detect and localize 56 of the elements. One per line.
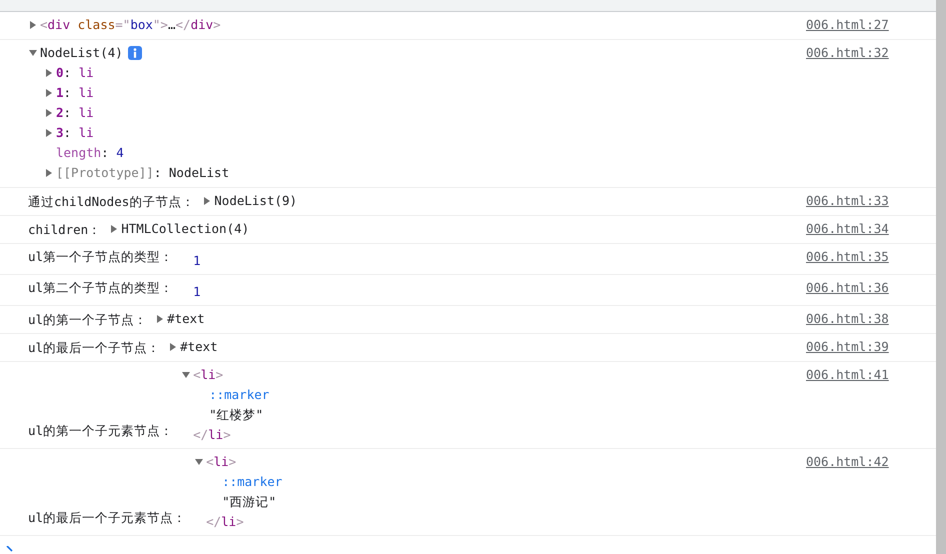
console-value: 1 — [193, 283, 201, 301]
console-value: <li> — [193, 366, 224, 384]
source-link[interactable]: 006.html:38 — [806, 309, 936, 329]
source-link[interactable]: 006.html:36 — [806, 278, 936, 298]
caret-down-icon[interactable] — [28, 48, 38, 58]
console-value: ::marker — [222, 473, 282, 491]
prompt-chevron-icon — [6, 546, 14, 552]
console-value: #text — [180, 338, 218, 356]
console-value: 2: li — [56, 104, 94, 122]
console-value: [[Prototype]]: NodeList — [56, 164, 230, 182]
caret-down-icon[interactable] — [181, 370, 192, 380]
log-label: 通过childNodes的子节点： — [28, 194, 194, 209]
closing-tag: </li> — [193, 425, 231, 445]
console-value: 0: li — [56, 64, 94, 82]
console-value: #text — [167, 310, 205, 328]
caret-right-icon[interactable] — [44, 128, 54, 138]
console-value: <li> — [206, 453, 236, 471]
source-link[interactable]: 006.html:35 — [806, 247, 936, 267]
caret-right-icon[interactable] — [28, 20, 38, 30]
caret-right-icon[interactable] — [202, 196, 212, 206]
log-label: ul第一个子节点的类型： — [28, 249, 174, 264]
console-value: "西游记" — [222, 493, 276, 511]
scrollbar[interactable] — [936, 0, 946, 554]
console-value: 1 — [193, 252, 201, 270]
log-label: ul的最后一个子节点： — [28, 340, 160, 355]
console-value: "红楼梦" — [209, 406, 264, 424]
console-value: 1: li — [56, 84, 94, 102]
console-value: ::marker — [209, 386, 270, 404]
log-label: ul第二个子节点的类型： — [28, 280, 174, 295]
caret-right-icon[interactable] — [44, 108, 54, 118]
caret-down-icon[interactable] — [194, 457, 204, 467]
log-label: children： — [28, 222, 102, 237]
log-label: ul的最后一个子元素节点： — [28, 510, 186, 525]
console-value: 3: li — [56, 124, 94, 142]
log-label: ul的第一个子元素节点： — [28, 423, 174, 438]
caret-right-icon[interactable] — [168, 342, 178, 352]
source-link[interactable]: 006.html:39 — [806, 337, 936, 357]
caret-right-icon[interactable] — [44, 168, 54, 178]
source-link[interactable]: 006.html:34 — [806, 219, 936, 239]
source-link[interactable]: 006.html:42 — [806, 452, 936, 472]
console-value: NodeList(4) — [40, 44, 123, 62]
source-link[interactable]: 006.html:27 — [806, 15, 936, 35]
console-value: NodeList(9) — [214, 192, 298, 210]
log-label: ul的第一个子节点： — [28, 312, 148, 327]
source-link[interactable]: 006.html:33 — [806, 191, 936, 211]
console-value: <div class="box">…</div> — [40, 16, 221, 34]
caret-right-icon[interactable] — [44, 88, 54, 98]
source-link[interactable]: 006.html:32 — [806, 43, 936, 63]
info-icon[interactable] — [128, 46, 142, 60]
console-value: length: 4 — [56, 144, 124, 162]
console-value: HTMLCollection(4) — [121, 220, 250, 238]
closing-tag: </li> — [206, 512, 244, 532]
caret-right-icon[interactable] — [155, 314, 166, 324]
caret-right-icon[interactable] — [109, 224, 120, 234]
source-link[interactable]: 006.html:41 — [806, 365, 936, 385]
caret-right-icon[interactable] — [44, 68, 54, 78]
